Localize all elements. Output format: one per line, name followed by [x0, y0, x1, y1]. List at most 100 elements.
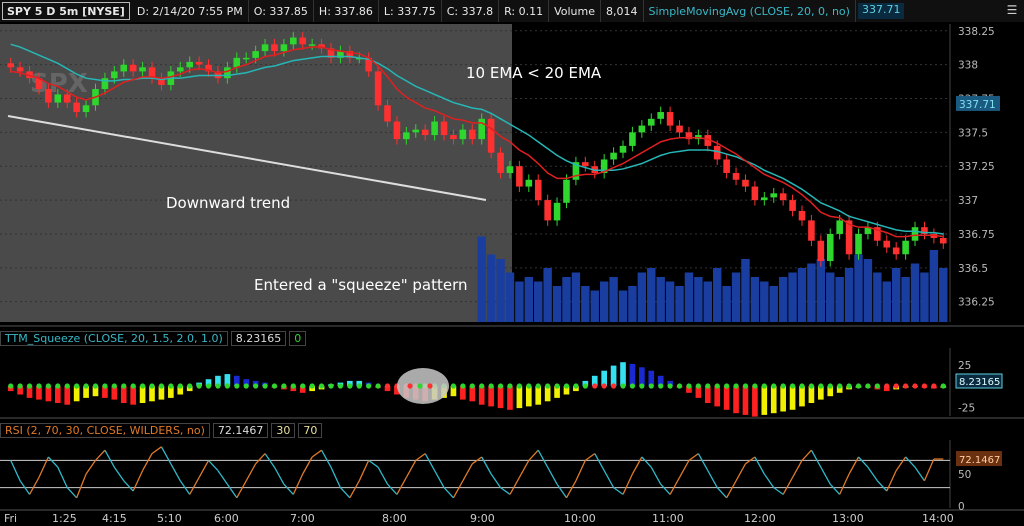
rsi-segment — [537, 449, 549, 468]
rsi-segment — [245, 463, 257, 482]
squeeze-dot — [921, 383, 928, 389]
squeeze-dot — [912, 383, 918, 389]
candle-body — [403, 132, 410, 140]
candle-body — [582, 162, 589, 167]
rsi-study-label[interactable]: RSI (2, 70, 30, CLOSE, WILDERS, no) — [0, 422, 210, 438]
volume-bar — [599, 281, 609, 322]
candle-body — [855, 233, 862, 255]
squeeze-dot — [309, 383, 315, 389]
candle-body — [939, 238, 947, 244]
candle-body — [610, 152, 617, 160]
rsi-segment — [641, 456, 652, 468]
rsi-segment — [923, 458, 935, 482]
squeeze-study-label[interactable]: TTM_Squeeze (CLOSE, 20, 1.5, 2.0, 1.0) — [0, 330, 228, 346]
x-tick-label: 6:00 — [214, 512, 239, 525]
candle-body — [497, 152, 504, 173]
squeeze-dot — [224, 383, 230, 389]
rsi-segment — [518, 460, 530, 478]
candle-body — [487, 118, 495, 153]
volume-bar — [920, 272, 929, 322]
volume-bar — [694, 277, 703, 322]
squeeze-dot — [121, 383, 127, 389]
sma-study-label[interactable]: SimpleMovingAvg (CLOSE, 20, 0, no) — [644, 0, 856, 22]
volume-bar — [486, 254, 496, 322]
squeeze-dot — [724, 383, 730, 389]
rsi-segment — [556, 483, 568, 499]
rsi-segment — [198, 460, 210, 478]
main-y-tick-label: 337.25 — [958, 161, 995, 173]
squeeze-dot — [799, 383, 805, 389]
squeeze-histogram-bar — [130, 386, 136, 405]
x-tick-label: 9:00 — [470, 512, 495, 525]
candle-body — [478, 118, 486, 140]
squeeze-histogram-bar — [752, 386, 758, 417]
horizontal-lines-icon[interactable]: ☰ — [1004, 2, 1020, 18]
squeeze-dot — [347, 383, 353, 389]
chart-canvas: SPX336.25336.5336.75337337.25337.5337.75… — [0, 24, 1024, 525]
rsi-segment — [669, 477, 681, 495]
squeeze-value-secondary: 0 — [289, 330, 307, 346]
candle-body — [459, 129, 467, 140]
squeeze-dot — [780, 383, 786, 389]
volume-bar — [571, 272, 581, 322]
candle-body — [393, 121, 401, 140]
rsi-segment — [481, 456, 492, 475]
squeeze-dot — [658, 383, 664, 389]
candle-body — [619, 145, 627, 153]
volume-bar — [628, 286, 637, 322]
volume-readout: 8,014 — [601, 0, 644, 22]
squeeze-dot — [884, 383, 890, 389]
candle-body — [770, 193, 778, 198]
squeeze-dot — [205, 383, 212, 389]
volume-bar — [844, 268, 854, 322]
candle-body — [723, 159, 730, 173]
squeeze-dot — [328, 383, 334, 389]
squeeze-dot — [497, 383, 504, 389]
volume-bar — [910, 263, 920, 322]
rsi-segment — [10, 460, 21, 482]
rsi-segment — [85, 460, 97, 475]
squeeze-panel-header: TTM_Squeeze (CLOSE, 20, 1.5, 2.0, 1.0) 8… — [0, 330, 309, 346]
squeeze-dot — [714, 383, 720, 389]
rsi-segment — [622, 473, 634, 495]
candle-body — [468, 129, 476, 140]
squeeze-histogram-bar — [535, 386, 542, 405]
candle-body — [176, 67, 184, 72]
rsi-value-tag-label: 72.1467 — [959, 455, 1000, 466]
rsi-segment — [415, 453, 426, 461]
squeeze-dot — [695, 383, 701, 389]
squeeze-dot — [139, 383, 146, 389]
squeeze-dot — [130, 383, 136, 389]
squeeze-dot — [290, 383, 296, 389]
rsi-segment — [914, 466, 925, 482]
squeeze-dot — [55, 383, 61, 389]
rsi-segment — [321, 449, 332, 468]
volume-bar — [543, 268, 552, 322]
rsi-value: 72.1467 — [212, 422, 269, 438]
rsi-segment — [349, 480, 360, 499]
squeeze-dot — [563, 383, 570, 389]
squeeze-dot — [535, 383, 541, 389]
rsi-segment — [584, 453, 596, 461]
rsi-segment — [735, 463, 747, 482]
symbol-selector[interactable]: SPY 5 D 5m [NYSE] — [2, 2, 130, 20]
rsi-segment — [792, 460, 803, 478]
rsi-segment — [330, 466, 342, 488]
squeeze-histogram-bar — [620, 362, 626, 386]
volume-bar — [826, 272, 835, 322]
squeeze-dot — [808, 383, 815, 389]
squeeze-dot — [865, 383, 871, 389]
rsi-segment — [565, 480, 577, 499]
candle-body — [384, 105, 391, 122]
candle-body — [629, 132, 636, 146]
squeeze-dot — [300, 383, 306, 389]
volume-bar — [769, 286, 778, 322]
rsi-segment — [236, 480, 247, 499]
low-readout: L: 337.75 — [379, 0, 442, 22]
volume-bar — [675, 286, 684, 322]
candle-body — [789, 200, 796, 211]
volume-bar — [684, 272, 694, 322]
candle-body — [666, 112, 674, 126]
rsi-segment — [217, 470, 228, 485]
rsi-segment — [810, 449, 822, 468]
